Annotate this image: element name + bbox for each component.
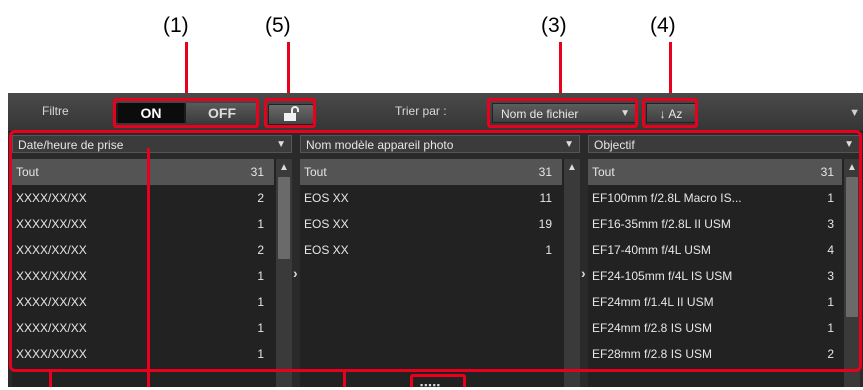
annotation-box-columns [9, 130, 862, 372]
resize-grip[interactable]: ▪▪▪▪▪ [420, 380, 441, 390]
leader-line-bottom-3 [343, 372, 346, 387]
annotation-box-5 [264, 98, 316, 128]
leader-line-5 [287, 42, 290, 97]
callout-5: (5) [265, 14, 291, 37]
callout-1: (1) [163, 14, 189, 37]
leader-line-3 [559, 42, 562, 97]
annotation-box-4 [642, 98, 698, 128]
filter-label: Filtre [42, 104, 69, 118]
annotation-box-3 [487, 98, 638, 128]
leader-line-4 [669, 42, 672, 97]
leader-line-bottom-1 [49, 372, 52, 387]
annotation-box-1 [113, 98, 259, 128]
sort-label: Trier par : [395, 104, 447, 118]
callout-4: (4) [650, 14, 676, 37]
callout-3: (3) [541, 14, 567, 37]
triangle-down-icon[interactable]: ▼ [849, 107, 860, 119]
leader-line-1 [185, 42, 188, 97]
leader-line-tout [147, 148, 150, 387]
